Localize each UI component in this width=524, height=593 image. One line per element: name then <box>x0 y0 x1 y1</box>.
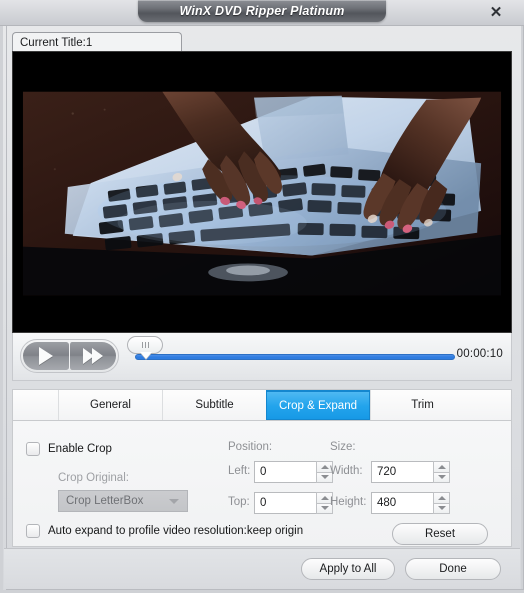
top-stepper[interactable]: 0 <box>254 492 333 514</box>
height-label: Height: <box>330 496 367 508</box>
winx-dvd-ripper-window: WinX DVD Ripper Platinum ✕ Current Title… <box>0 0 524 593</box>
tab-general[interactable]: General <box>58 390 162 420</box>
fast-forward-button[interactable] <box>69 342 116 370</box>
caret-down-icon <box>437 506 446 511</box>
caret-down-icon <box>437 475 446 480</box>
done-button[interactable]: Done <box>405 558 501 580</box>
window-title: WinX DVD Ripper Platinum <box>179 4 345 18</box>
height-input[interactable]: 480 <box>371 492 433 514</box>
transport-controls <box>20 339 119 373</box>
player-controls-bar: 00:00:10 <box>12 333 512 381</box>
handle-grip-line <box>147 342 149 348</box>
left-stepper[interactable]: 0 <box>254 461 333 483</box>
settings-tabs: General Subtitle Crop & Expand Trim <box>12 389 512 421</box>
tab-crop-and-expand[interactable]: Crop & Expand <box>266 390 370 420</box>
playback-time: 00:00:10 <box>456 348 503 360</box>
crop-mode-value: Crop LetterBox <box>66 495 144 507</box>
auto-expand-checkbox-row[interactable]: Auto expand to profile video resolution:… <box>26 524 303 538</box>
height-spin-buttons <box>433 492 450 514</box>
video-preview[interactable] <box>12 51 512 333</box>
width-label: Width: <box>330 465 363 477</box>
tab-subtitle[interactable]: Subtitle <box>162 390 266 420</box>
size-group-label: Size: <box>330 441 356 453</box>
caret-down-icon <box>320 475 329 480</box>
current-title-label: Current Title:1 <box>20 36 93 49</box>
position-group-label: Position: <box>228 441 273 453</box>
height-stepper[interactable]: 480 <box>371 492 450 514</box>
width-decrement-button[interactable] <box>433 472 450 483</box>
video-frame <box>13 52 511 332</box>
caret-up-icon <box>437 495 446 500</box>
play-icon <box>39 347 53 365</box>
left-input[interactable]: 0 <box>254 461 316 483</box>
seek-track[interactable] <box>135 354 455 360</box>
top-label: Top: <box>228 496 250 508</box>
auto-expand-label: Auto expand to profile video resolution:… <box>48 525 304 537</box>
tabstrip-pad-left <box>13 390 58 420</box>
caret-up-icon <box>437 464 446 469</box>
reset-button[interactable]: Reset <box>392 523 488 545</box>
auto-expand-checkbox[interactable] <box>26 524 40 538</box>
seek-handle[interactable] <box>127 336 163 354</box>
handle-grip-line <box>141 342 143 348</box>
height-decrement-button[interactable] <box>433 503 450 514</box>
window-title-tab: WinX DVD Ripper Platinum <box>138 0 386 22</box>
enable-crop-label: Enable Crop <box>48 443 112 455</box>
width-spin-buttons <box>433 461 450 483</box>
handle-grip-line <box>144 342 146 348</box>
apply-to-all-button[interactable]: Apply to All <box>301 558 395 580</box>
width-increment-button[interactable] <box>433 461 450 473</box>
caret-up-icon <box>320 464 329 469</box>
height-increment-button[interactable] <box>433 492 450 504</box>
width-input[interactable]: 720 <box>371 461 433 483</box>
crop-mode-select[interactable]: Crop LetterBox <box>58 490 188 512</box>
current-title-tab[interactable]: Current Title:1 <box>12 32 182 52</box>
caret-up-icon <box>320 495 329 500</box>
play-button[interactable] <box>23 342 69 370</box>
chevron-down-icon <box>169 498 179 504</box>
width-stepper[interactable]: 720 <box>371 461 450 483</box>
enable-crop-checkbox[interactable] <box>26 442 40 456</box>
caret-down-icon <box>320 506 329 511</box>
crop-original-label: Crop Original: <box>58 472 129 484</box>
seek-slider[interactable] <box>127 336 455 360</box>
tab-trim[interactable]: Trim <box>370 390 474 420</box>
fast-forward-icon-2 <box>92 348 103 364</box>
close-icon[interactable]: ✕ <box>482 0 510 24</box>
enable-crop-checkbox-row[interactable]: Enable Crop <box>26 442 112 456</box>
title-bar: WinX DVD Ripper Platinum ✕ <box>0 0 524 26</box>
left-label: Left: <box>228 465 251 477</box>
top-input[interactable]: 0 <box>254 492 316 514</box>
